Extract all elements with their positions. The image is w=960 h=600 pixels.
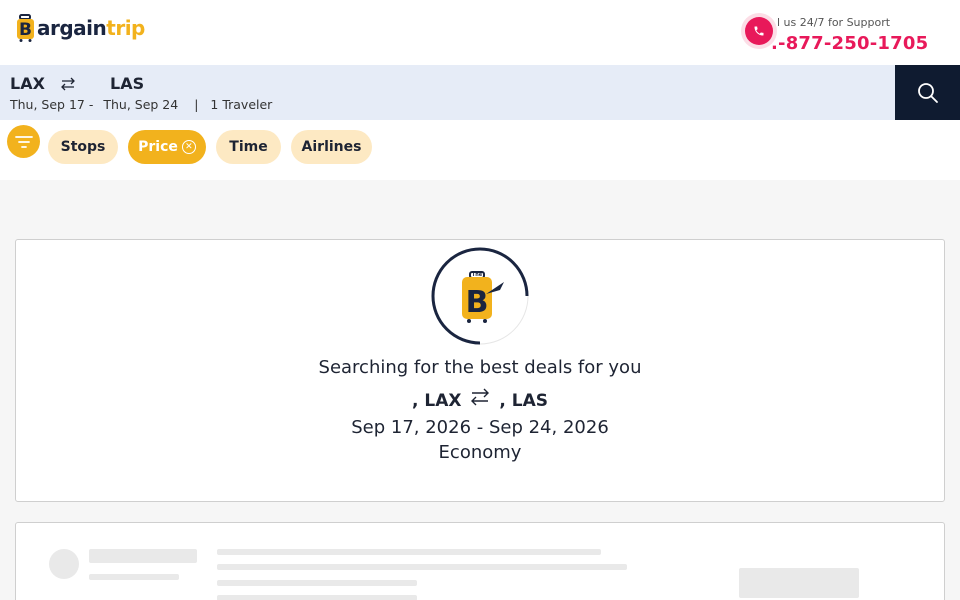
search-button[interactable] xyxy=(895,65,960,120)
skeleton-line xyxy=(89,574,179,580)
skeleton-avatar xyxy=(49,549,79,579)
logo-big-letter: B xyxy=(466,285,489,320)
route-destination: , LAS xyxy=(499,391,548,411)
search-summary-bar[interactable]: LAX LAS Thu, Sep 17 - Thu, Sep 24 | 1 Tr… xyxy=(0,65,895,120)
filter-chip-stops[interactable]: Stops xyxy=(48,130,118,164)
bargaintrip-logo[interactable]: B argaintrip xyxy=(16,13,145,43)
site-header: B argaintrip l us 24/7 for Support .-877… xyxy=(0,0,960,65)
skeleton-line xyxy=(217,549,601,555)
depart-date: Thu, Sep 17 - xyxy=(10,97,94,112)
route-origin: , LAX xyxy=(412,391,462,411)
suitcase-logo-icon: B xyxy=(17,14,34,42)
filter-chip-price[interactable]: Price ✕ xyxy=(128,130,206,164)
support-label: l us 24/7 for Support xyxy=(777,16,891,29)
swap-arrows-icon[interactable] xyxy=(60,76,76,92)
search-loading-card: The B Searching for the best deals for y… xyxy=(15,239,945,502)
swap-arrows-icon xyxy=(471,388,490,406)
phone-icon[interactable] xyxy=(745,17,773,45)
support-contact[interactable]: l us 24/7 for Support .-877-250-1705 xyxy=(745,13,928,58)
close-icon[interactable]: ✕ xyxy=(181,140,196,154)
logo-text-trip: trip xyxy=(106,16,145,40)
search-icon xyxy=(917,82,938,103)
origin-code[interactable]: LAX xyxy=(10,74,45,93)
loading-message: Searching for the best deals for you xyxy=(318,357,642,378)
return-date: Thu, Sep 24 xyxy=(103,97,179,112)
logo-small-text: The xyxy=(472,272,483,278)
loading-cabin: Economy xyxy=(438,442,522,463)
logo-text: argaintrip xyxy=(37,16,145,40)
destination-code[interactable]: LAS xyxy=(110,74,144,93)
traveler-count: 1 Traveler xyxy=(210,97,273,112)
filter-icon[interactable] xyxy=(7,125,40,158)
skeleton-line xyxy=(217,580,417,586)
trip-details: Thu, Sep 17 - Thu, Sep 24 | 1 Traveler xyxy=(10,97,278,112)
filter-chip-airlines[interactable]: Airlines xyxy=(291,130,372,164)
skeleton-line xyxy=(89,549,197,563)
filter-bar: Stops Price ✕ Time Airlines xyxy=(0,120,960,180)
loading-spinner-logo: The B xyxy=(431,247,529,345)
logo-text-argain: argain xyxy=(37,16,107,40)
result-skeleton-card xyxy=(15,522,945,600)
filter-chip-time[interactable]: Time xyxy=(216,130,281,164)
skeleton-button xyxy=(739,568,859,598)
chip-label: Stops xyxy=(60,139,106,155)
loading-dates: Sep 17, 2026 - Sep 24, 2026 xyxy=(351,417,609,438)
chip-label: Time xyxy=(229,139,268,155)
skeleton-line xyxy=(217,595,417,600)
details-separator: | xyxy=(194,97,199,112)
support-phone-number[interactable]: .-877-250-1705 xyxy=(771,33,928,54)
chip-label: Price xyxy=(138,139,178,155)
skeleton-line xyxy=(217,564,627,570)
loading-route: , LAX , LAS xyxy=(16,388,944,411)
logo-letter: B xyxy=(19,20,32,40)
chip-label: Airlines xyxy=(301,139,362,155)
